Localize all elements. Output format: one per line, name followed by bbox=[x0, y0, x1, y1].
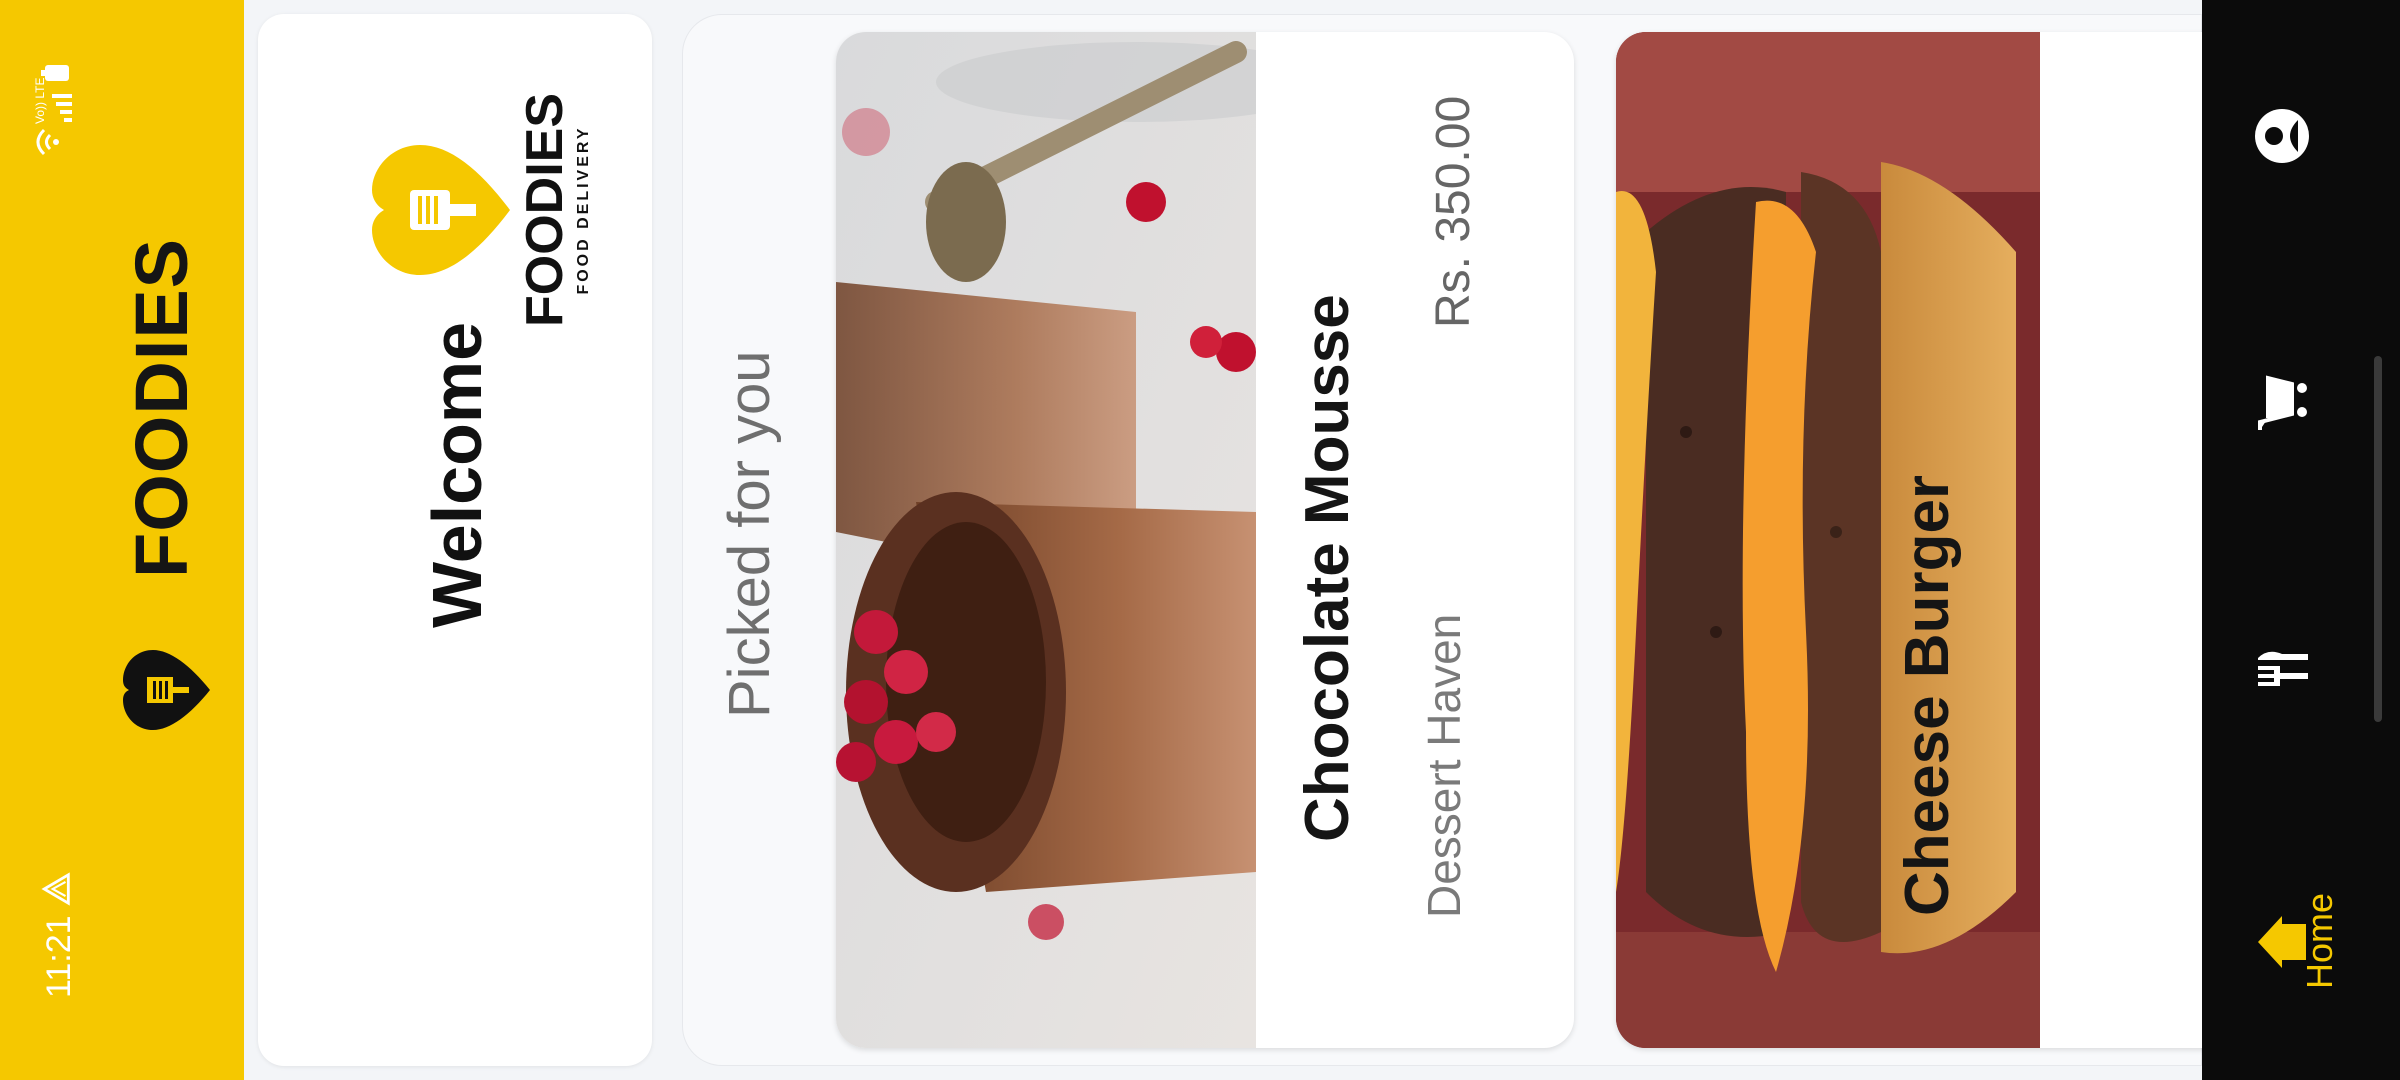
chocolate-mousse-image bbox=[836, 32, 1256, 1048]
signal-icons: Vo)) LTE1 bbox=[24, 71, 84, 158]
section-title: Picked for you bbox=[717, 350, 782, 718]
app-title: FOODIES bbox=[120, 237, 203, 578]
brand-logo-graphic: FOODIES FOOD DELIVERY bbox=[372, 93, 592, 327]
restaurant-name: Dessert Haven bbox=[1418, 613, 1470, 918]
warning-icon bbox=[41, 872, 70, 906]
food-name: Cheese Burger bbox=[1893, 474, 1962, 916]
food-name: Chocolate Mousse bbox=[1293, 294, 1362, 842]
brand-name: FOODIES bbox=[516, 93, 574, 327]
status-time: 11:21 bbox=[40, 915, 78, 998]
account-icon[interactable] bbox=[2252, 106, 2312, 166]
nav-home-label[interactable]: Home bbox=[2299, 891, 2341, 991]
brand-logo: FOODIES FOOD DELIVERY bbox=[300, 80, 600, 340]
brand-tagline: FOOD DELIVERY bbox=[575, 125, 592, 294]
scrollbar[interactable] bbox=[2374, 356, 2382, 722]
cheese-burger-image bbox=[1616, 32, 2040, 1048]
battery-icon bbox=[41, 65, 69, 81]
app-logo-icon bbox=[123, 650, 210, 730]
wifi-icon: Vo)) LTE1 bbox=[33, 71, 72, 156]
welcome-heading: Welcome bbox=[418, 321, 496, 629]
cart-icon[interactable] bbox=[2252, 374, 2312, 434]
menu-icon[interactable] bbox=[2252, 640, 2312, 700]
food-price: Rs. 350.00 bbox=[1427, 95, 1480, 328]
